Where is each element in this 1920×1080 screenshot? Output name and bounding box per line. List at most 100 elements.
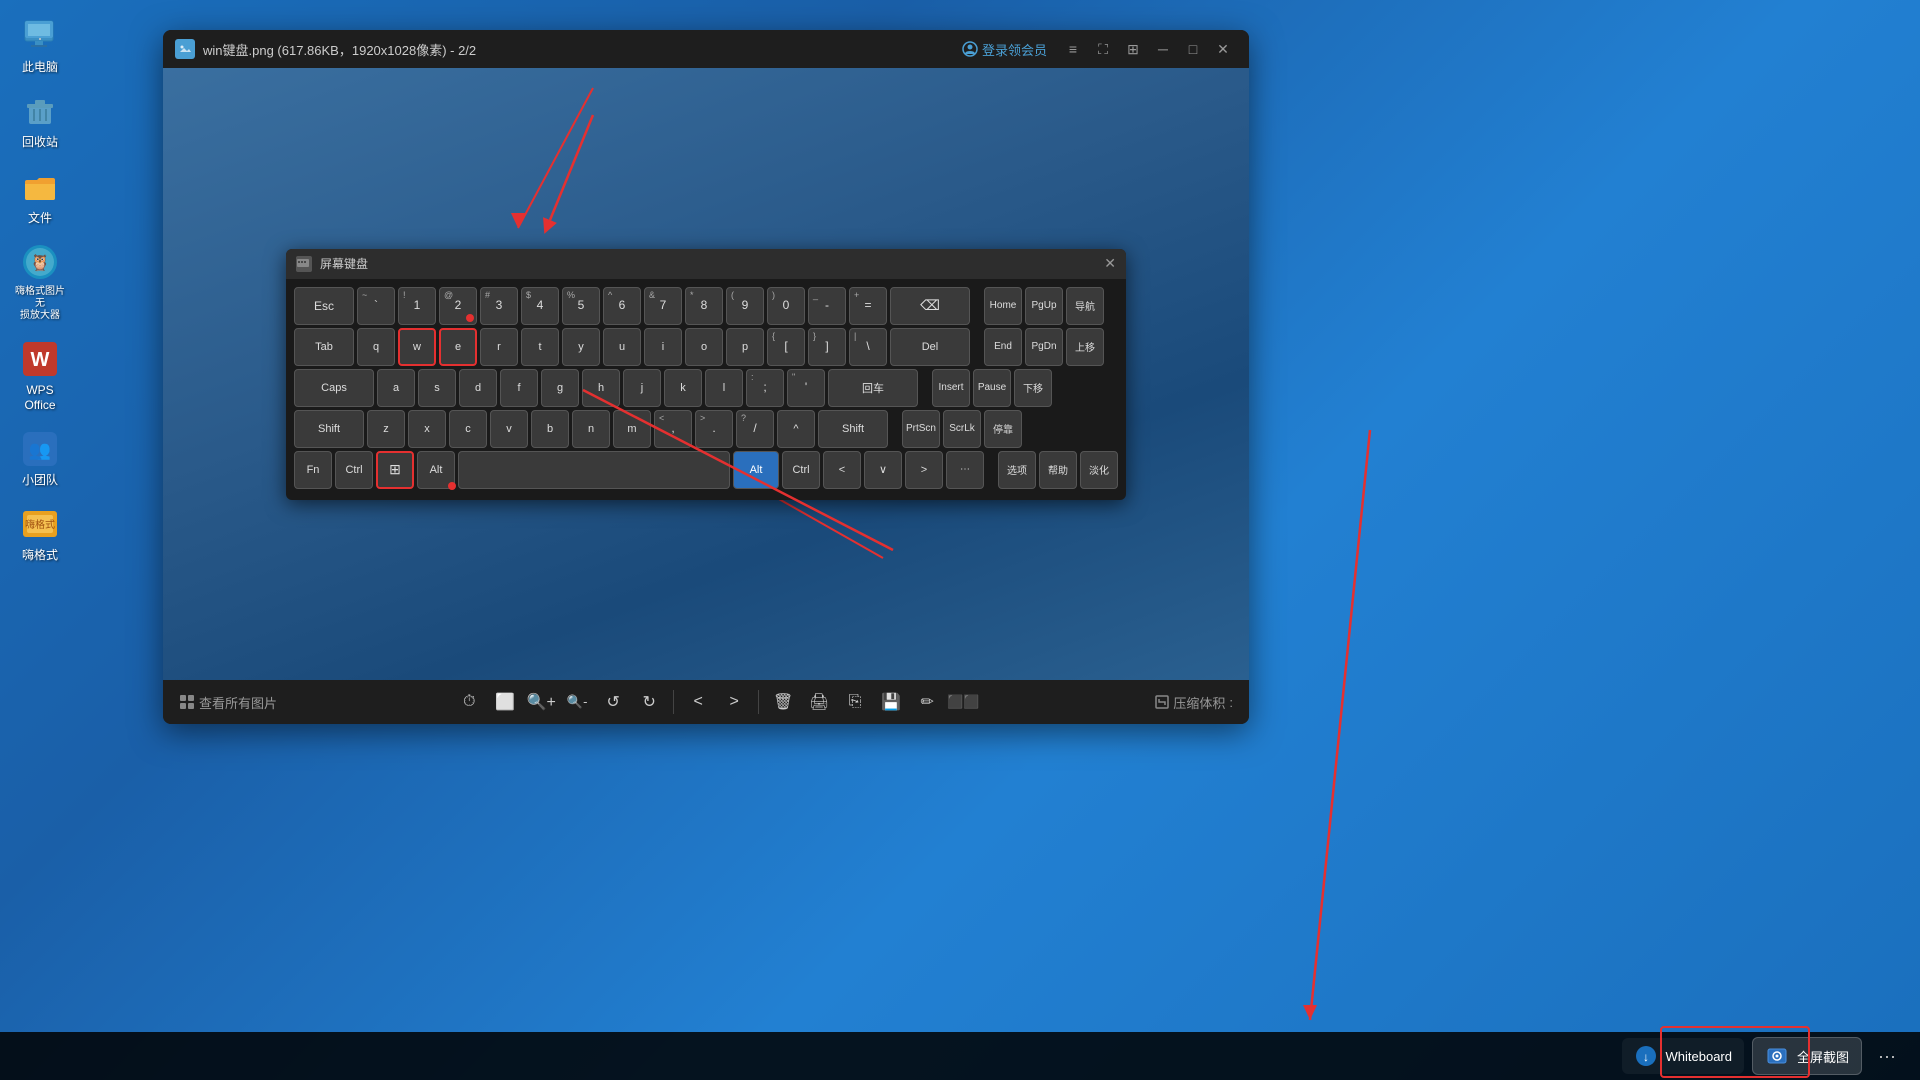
key-tab[interactable]: Tab — [294, 328, 354, 366]
key-2[interactable]: @2 — [439, 287, 477, 325]
key-c[interactable]: c — [449, 410, 487, 448]
key-caret[interactable]: ^ — [777, 410, 815, 448]
desktop-icon-wps[interactable]: W WPS Office — [5, 333, 75, 418]
key-j[interactable]: j — [623, 369, 661, 407]
key-up-move[interactable]: 上移 — [1066, 328, 1104, 366]
key-fn[interactable]: Fn — [294, 451, 332, 489]
menu-button[interactable]: ≡ — [1059, 35, 1087, 63]
pin-button[interactable]: ⊞ — [1119, 35, 1147, 63]
key-enter[interactable]: 回车 — [828, 369, 918, 407]
key-v[interactable]: v — [490, 410, 528, 448]
key-z[interactable]: z — [367, 410, 405, 448]
key-5[interactable]: %5 — [562, 287, 600, 325]
close-button[interactable]: ✕ — [1209, 35, 1237, 63]
key-h[interactable]: h — [582, 369, 620, 407]
key-i[interactable]: i — [644, 328, 682, 366]
key-ctrl-right[interactable]: Ctrl — [782, 451, 820, 489]
key-g[interactable]: g — [541, 369, 579, 407]
copy-button[interactable]: ⎘ — [839, 686, 871, 718]
key-period[interactable]: >. — [695, 410, 733, 448]
key-backspace[interactable]: ⌫ — [890, 287, 970, 325]
maximize-button[interactable]: □ — [1179, 35, 1207, 63]
key-7[interactable]: &7 — [644, 287, 682, 325]
rotate-right-button[interactable]: ↻ — [633, 686, 665, 718]
key-t[interactable]: t — [521, 328, 559, 366]
key-p[interactable]: p — [726, 328, 764, 366]
key-help[interactable]: 帮助 — [1039, 451, 1077, 489]
key-0[interactable]: )0 — [767, 287, 805, 325]
timer-button[interactable]: ⏱ — [453, 686, 485, 718]
key-home[interactable]: Home — [984, 287, 1022, 325]
print-button[interactable]: 🖨 — [803, 686, 835, 718]
key-nav[interactable]: 导航 — [1066, 287, 1104, 325]
key-f[interactable]: f — [500, 369, 538, 407]
key-down[interactable]: ∨ — [864, 451, 902, 489]
compress-button[interactable]: 压缩体积 : — [1155, 693, 1233, 712]
key-w[interactable]: w — [398, 328, 436, 366]
key-down-move[interactable]: 下移 — [1014, 369, 1052, 407]
key-del[interactable]: Del — [890, 328, 970, 366]
key-space[interactable] — [458, 451, 730, 489]
desktop-icon-team[interactable]: 👥 小团队 — [5, 423, 75, 493]
desktop-icon-computer[interactable]: 此电脑 — [5, 10, 75, 80]
key-right[interactable]: > — [905, 451, 943, 489]
desktop-icon-folder[interactable]: 文件 — [5, 161, 75, 231]
key-dock[interactable]: 停靠 — [984, 410, 1022, 448]
key-alt-right[interactable]: Alt — [733, 451, 779, 489]
key-3[interactable]: #3 — [480, 287, 518, 325]
key-s[interactable]: s — [418, 369, 456, 407]
key-scrlk[interactable]: ScrLk — [943, 410, 981, 448]
key-a[interactable]: a — [377, 369, 415, 407]
key-4[interactable]: $4 — [521, 287, 559, 325]
color-button[interactable]: ⬛⬛ — [947, 686, 979, 718]
key-pgdn[interactable]: PgDn — [1025, 328, 1063, 366]
save-as-button[interactable]: 💾 — [875, 686, 907, 718]
key-pgup[interactable]: PgUp — [1025, 287, 1063, 325]
key-q[interactable]: q — [357, 328, 395, 366]
key-shift-right[interactable]: Shift — [818, 410, 888, 448]
zoom-out-button[interactable]: 🔍- — [561, 686, 593, 718]
key-k[interactable]: k — [664, 369, 702, 407]
key-r[interactable]: r — [480, 328, 518, 366]
rotate-left-button[interactable]: ↺ — [597, 686, 629, 718]
prev-button[interactable]: < — [682, 686, 714, 718]
desktop-icon-imagezoom[interactable]: 🦉 嗨格式图片无损放大器 — [5, 236, 75, 328]
edit-button[interactable]: ✏ — [911, 686, 943, 718]
key-comma[interactable]: <, — [654, 410, 692, 448]
next-button[interactable]: > — [718, 686, 750, 718]
key-tilde[interactable]: ~` — [357, 287, 395, 325]
key-lbracket[interactable]: {[ — [767, 328, 805, 366]
key-l[interactable]: l — [705, 369, 743, 407]
key-n[interactable]: n — [572, 410, 610, 448]
minimize-button[interactable]: ─ — [1149, 35, 1177, 63]
key-fn2[interactable]: ⋯ — [946, 451, 984, 489]
key-6[interactable]: ^6 — [603, 287, 641, 325]
screenshot-taskbar-item[interactable]: 全屏截图 — [1752, 1037, 1862, 1075]
key-insert[interactable]: Insert — [932, 369, 970, 407]
key-quote[interactable]: "' — [787, 369, 825, 407]
key-semicolon[interactable]: :; — [746, 369, 784, 407]
key-equals[interactable]: += — [849, 287, 887, 325]
desktop-icon-haige[interactable]: 嗨格式 嗨格式 — [5, 498, 75, 568]
key-prtscn[interactable]: PrtScn — [902, 410, 940, 448]
zoom-in-button[interactable]: 🔍+ — [525, 686, 557, 718]
fullscreen-button[interactable]: ⛶ — [1089, 35, 1117, 63]
key-1[interactable]: !1 — [398, 287, 436, 325]
delete-button[interactable]: 🗑 — [767, 686, 799, 718]
osk-close-button[interactable]: ✕ — [1104, 255, 1116, 272]
taskbar-more-button[interactable]: ··· — [1870, 1042, 1904, 1071]
whiteboard-taskbar-item[interactable]: ↓ Whiteboard — [1622, 1038, 1744, 1074]
key-b[interactable]: b — [531, 410, 569, 448]
key-win[interactable]: ⊞ — [376, 451, 414, 489]
key-esc[interactable]: Esc — [294, 287, 354, 325]
key-o[interactable]: o — [685, 328, 723, 366]
key-y[interactable]: y — [562, 328, 600, 366]
frame-button[interactable]: ⬜ — [489, 686, 521, 718]
key-shift-left[interactable]: Shift — [294, 410, 364, 448]
key-9[interactable]: (9 — [726, 287, 764, 325]
key-pause[interactable]: Pause — [973, 369, 1011, 407]
key-m[interactable]: m — [613, 410, 651, 448]
key-8[interactable]: *8 — [685, 287, 723, 325]
key-x[interactable]: x — [408, 410, 446, 448]
key-d[interactable]: d — [459, 369, 497, 407]
